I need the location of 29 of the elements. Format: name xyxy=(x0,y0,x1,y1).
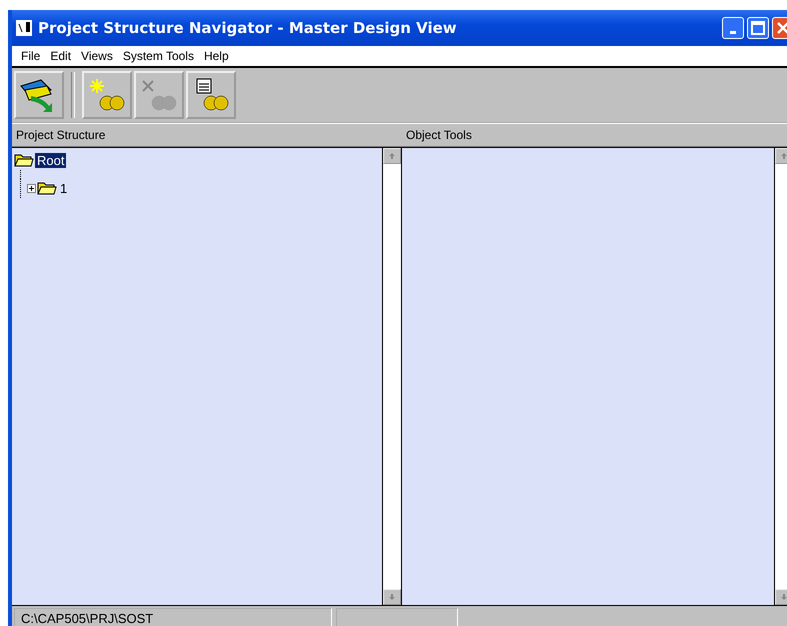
panel-header: Project Structure xyxy=(16,128,106,142)
menu-item[interactable]: Help xyxy=(198,49,234,63)
tree-item[interactable]: Root xyxy=(35,152,66,168)
window-title: Project Structure Navigator - Master Design View xyxy=(38,19,458,37)
minimize-icon xyxy=(730,30,736,34)
down-arrow-icon xyxy=(780,593,787,601)
menu-item[interactable]: System Tools xyxy=(118,49,199,63)
scroll-down-button[interactable] xyxy=(383,589,401,605)
up-arrow-icon xyxy=(780,152,787,160)
folder-icon xyxy=(14,153,34,167)
expand-icon[interactable] xyxy=(27,184,36,192)
tree-item[interactable]: 1 xyxy=(58,180,70,196)
toolbar-button[interactable] xyxy=(14,71,64,119)
scrollbar[interactable] xyxy=(382,148,401,605)
scroll-up-button[interactable] xyxy=(383,148,401,164)
maximize-icon xyxy=(751,21,765,35)
menu-item[interactable]: Edit xyxy=(45,49,76,63)
folder-icon xyxy=(37,181,57,195)
minimize-button[interactable] xyxy=(722,17,744,39)
close-icon xyxy=(776,21,787,35)
panel-header: Object Tools xyxy=(406,128,472,142)
menu-item[interactable]: Views xyxy=(76,49,118,63)
status-path: C:\CAP505\PRJ\SOST xyxy=(14,608,332,626)
menu-item[interactable]: File xyxy=(16,49,46,63)
toolbar-button[interactable] xyxy=(186,71,236,119)
down-arrow-icon xyxy=(388,593,396,601)
up-arrow-icon xyxy=(388,152,396,160)
app-icon xyxy=(16,20,32,36)
maximize-button[interactable] xyxy=(747,17,769,39)
